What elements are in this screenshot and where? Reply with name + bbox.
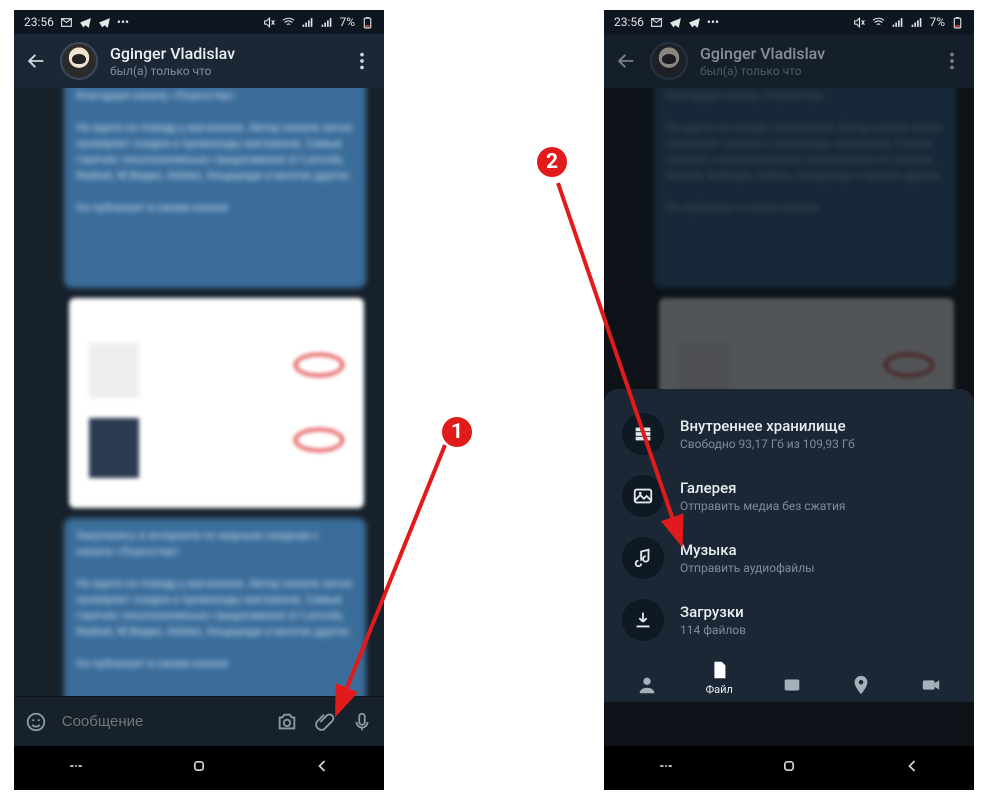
mail-icon (650, 16, 663, 29)
chat-title-block[interactable]: Gginger Vladislav был(а) только что (700, 44, 928, 78)
tab-file-label: Файл (706, 683, 733, 696)
status-bar: 23:56 ••• 7% (604, 10, 974, 34)
tab-contact[interactable] (636, 674, 658, 696)
chat-title-block[interactable]: Gginger Vladislav был(а) только что (110, 44, 338, 78)
sheet-item-sub: Свободно 93,17 Гб из 109,93 Гб (680, 437, 855, 451)
wifi-icon (282, 16, 295, 29)
status-time: 23:56 (614, 15, 644, 29)
location-icon (850, 674, 872, 696)
sheet-item-title: Загрузки (680, 603, 746, 621)
chat-header: Gginger Vladislav был(а) только что (14, 34, 384, 88)
mute-icon (263, 16, 276, 29)
tab-location[interactable] (850, 674, 872, 696)
mail-icon (60, 16, 73, 29)
home-button[interactable] (189, 756, 209, 780)
home-button[interactable] (779, 756, 799, 780)
sheet-item-downloads[interactable]: Загрузки 114 файлов (604, 589, 974, 651)
signal-icon (891, 16, 904, 29)
arrow-1 (320, 435, 470, 725)
emoji-button[interactable] (24, 710, 48, 734)
avatar[interactable] (60, 42, 98, 80)
tab-gallery[interactable] (781, 674, 803, 696)
recent-apps-button[interactable] (66, 756, 86, 780)
telegram-icon (79, 16, 92, 29)
telegram-icon-2 (688, 16, 701, 29)
sheet-item-sub: Отправить медиа без сжатия (680, 499, 845, 513)
signal-icon-2 (320, 16, 333, 29)
person-icon (636, 674, 658, 696)
back-button[interactable] (614, 49, 638, 73)
recent-apps-button[interactable] (656, 756, 676, 780)
sheet-tabs: Файл (604, 651, 974, 696)
battery-percent: 7% (929, 15, 945, 29)
download-icon (622, 599, 664, 641)
telegram-icon (669, 16, 682, 29)
file-icon (708, 659, 730, 681)
videocam-icon (920, 674, 942, 696)
chat-header: Gginger Vladislav был(а) только что (604, 34, 974, 88)
more-dots-icon: ••• (707, 15, 719, 29)
tab-file[interactable]: Файл (706, 659, 733, 696)
chat-name: Gginger Vladislav (700, 44, 928, 63)
more-menu-button[interactable] (350, 49, 374, 73)
android-navbar (604, 746, 974, 790)
chat-status: был(а) только что (110, 64, 338, 78)
wifi-icon (872, 16, 885, 29)
back-nav-button[interactable] (312, 756, 332, 780)
sheet-item-title: Внутреннее хранилище (680, 417, 855, 435)
message-input[interactable] (62, 713, 261, 730)
chat-status: был(а) только что (700, 64, 928, 78)
avatar[interactable] (650, 42, 688, 80)
more-dots-icon: ••• (117, 15, 129, 29)
sheet-item-title: Музыка (680, 541, 814, 559)
signal-icon-2 (910, 16, 923, 29)
callout-1: 1 (440, 415, 474, 449)
callout-2: 2 (535, 145, 569, 179)
back-nav-button[interactable] (902, 756, 922, 780)
signal-icon (301, 16, 314, 29)
android-navbar (14, 746, 384, 790)
telegram-icon-2 (98, 16, 111, 29)
gallery-icon (781, 674, 803, 696)
chat-name: Gginger Vladislav (110, 44, 338, 63)
battery-percent: 7% (339, 15, 355, 29)
back-button[interactable] (24, 49, 48, 73)
sheet-item-sub: Отправить аудиофайлы (680, 561, 814, 575)
battery-icon (951, 16, 964, 29)
status-time: 23:56 (24, 15, 54, 29)
arrow-2 (550, 175, 700, 555)
status-bar: 23:56 ••• 7% (14, 10, 384, 34)
more-menu-button[interactable] (940, 49, 964, 73)
sheet-item-sub: 114 файлов (680, 623, 746, 637)
sheet-item-title: Галерея (680, 479, 845, 497)
battery-icon (361, 16, 374, 29)
camera-button[interactable] (275, 710, 299, 734)
mute-icon (853, 16, 866, 29)
tab-camera[interactable] (920, 674, 942, 696)
